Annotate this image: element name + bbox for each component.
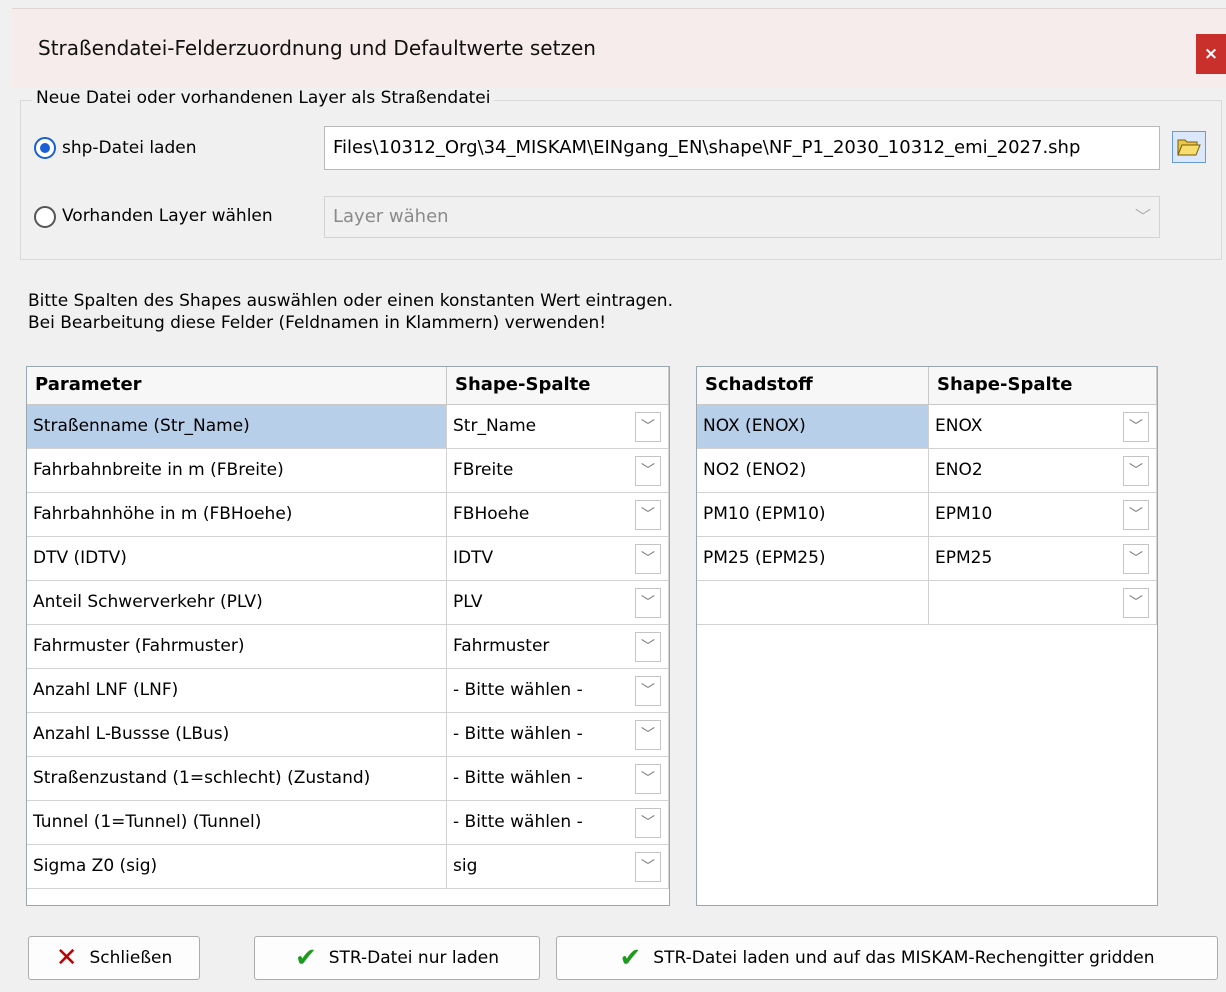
chevron-down-icon[interactable]: ﹀ (635, 764, 661, 794)
browse-button[interactable] (1172, 131, 1206, 163)
pollutant-name-cell[interactable]: NO2 (ENO2) (697, 449, 929, 493)
load-only-label: STR-Datei nur laden (328, 948, 500, 968)
pollutant-grid: Schadstoff Shape-Spalte NOX (ENOX) ENOX ﹀ N… (696, 366, 1158, 906)
pollutant-column-value: EPM10 (935, 504, 993, 524)
chevron-down-icon[interactable]: ﹀ (1123, 456, 1149, 486)
param-name-cell[interactable]: Fahrmuster (Fahrmuster) (27, 625, 447, 669)
param-name-cell[interactable]: Straßenzustand (1=schlecht) (Zustand) (27, 757, 447, 801)
instructions-text: Bitte Spalten des Shapes auswählen oder … (28, 290, 673, 334)
instructions-line-1: Bitte Spalten des Shapes auswählen oder … (28, 291, 673, 311)
chevron-down-icon[interactable]: ﹀ (1123, 588, 1149, 618)
source-group-label: Neue Datei oder vorhandenen Layer als St… (32, 88, 495, 108)
pollutant-name-cell[interactable]: PM25 (EPM25) (697, 537, 929, 581)
param-column-value: FBHoehe (453, 504, 530, 524)
param-header-parameter[interactable]: Parameter (27, 367, 447, 405)
title-bar: Straßendatei-Felderzuordnung und Default… (12, 8, 1226, 87)
instructions-line-2: Bei Bearbeitung diese Felder (Feldnamen … (28, 313, 607, 333)
param-column-value: sig (453, 856, 478, 876)
chevron-down-icon[interactable]: ﹀ (635, 676, 661, 706)
param-column-value: Str_Name (453, 416, 537, 436)
close-x-icon: ✕ (55, 943, 78, 973)
param-name-cell[interactable]: Anteil Schwerverkehr (PLV) (27, 581, 447, 625)
chevron-down-icon[interactable]: ﹀ (635, 720, 661, 750)
param-name-cell[interactable]: Tunnel (1=Tunnel) (Tunnel) (27, 801, 447, 845)
close-button[interactable]: ✕ Schließen (28, 936, 200, 980)
pollutant-column-value: ENO2 (935, 460, 983, 480)
chevron-down-icon[interactable]: ﹀ (635, 500, 661, 530)
window-title: Straßendatei-Felderzuordnung und Default… (38, 36, 596, 60)
pollutant-name-cell[interactable]: PM10 (EPM10) (697, 493, 929, 537)
layer-select-placeholder: Layer wähen (333, 206, 449, 227)
parameter-grid: Parameter Shape-Spalte Straßenname (Str_… (26, 366, 670, 906)
chevron-down-icon[interactable]: ﹀ (635, 588, 661, 618)
radio-existing-layer[interactable] (34, 206, 56, 228)
param-column-value: PLV (453, 592, 483, 612)
checkmark-icon: ✔ (619, 943, 642, 973)
pollutant-column-value: ENOX (935, 416, 983, 436)
param-column-value: FBreite (453, 460, 514, 480)
pollutant-name-cell[interactable] (697, 581, 929, 625)
param-column-value: Fahrmuster (453, 636, 550, 656)
folder-open-icon (1177, 139, 1201, 156)
layer-select[interactable]: Layer wähen ﹀ (324, 196, 1160, 238)
chevron-down-icon: ﹀ (1134, 207, 1151, 226)
param-column-value: IDTV (453, 548, 494, 568)
chevron-down-icon[interactable]: ﹀ (635, 808, 661, 838)
pollutant-name-cell[interactable]: NOX (ENOX) (697, 405, 929, 449)
chevron-down-icon[interactable]: ﹀ (1123, 544, 1149, 574)
param-name-cell[interactable]: DTV (IDTV) (27, 537, 447, 581)
param-name-cell[interactable]: Sigma Z0 (sig) (27, 845, 447, 889)
param-name-cell[interactable]: Fahrbahnbreite in m (FBreite) (27, 449, 447, 493)
pollutant-header-schadstoff[interactable]: Schadstoff (697, 367, 929, 405)
param-name-cell[interactable]: Anzahl LNF (LNF) (27, 669, 447, 713)
checkmark-icon: ✔ (294, 943, 317, 973)
param-column-value: - Bitte wählen - (453, 680, 583, 700)
radio-shp-file[interactable] (34, 137, 56, 159)
chevron-down-icon[interactable]: ﹀ (635, 632, 661, 662)
chevron-down-icon[interactable]: ﹀ (635, 456, 661, 486)
param-header-shape-column[interactable]: Shape-Spalte (447, 367, 669, 405)
param-name-cell[interactable]: Anzahl L-Bussse (LBus) (27, 713, 447, 757)
param-name-cell[interactable]: Straßenname (Str_Name) (27, 405, 447, 449)
radio-layer-label: Vorhanden Layer wählen (62, 206, 273, 226)
pollutant-header-shape-column[interactable]: Shape-Spalte (929, 367, 1157, 405)
radio-shp-label: shp-Datei laden (62, 138, 197, 158)
chevron-down-icon[interactable]: ﹀ (1123, 500, 1149, 530)
pollutant-column-value: EPM25 (935, 548, 993, 568)
chevron-down-icon[interactable]: ﹀ (635, 544, 661, 574)
shp-path-field[interactable]: Files\10312_Org\34_MISKAM\EINgang_EN\sha… (324, 126, 1160, 170)
chevron-down-icon[interactable]: ﹀ (635, 412, 661, 442)
param-name-cell[interactable]: Fahrbahnhöhe in m (FBHoehe) (27, 493, 447, 537)
load-only-button[interactable]: ✔ STR-Datei nur laden (254, 936, 540, 980)
load-and-grid-button[interactable]: ✔ STR-Datei laden und auf das MISKAM-Rec… (556, 936, 1218, 980)
load-and-grid-label: STR-Datei laden und auf das MISKAM-Reche… (653, 948, 1155, 968)
close-window-button[interactable]: × (1196, 34, 1226, 74)
chevron-down-icon[interactable]: ﹀ (635, 852, 661, 882)
close-button-label: Schließen (89, 948, 173, 968)
chevron-down-icon[interactable]: ﹀ (1123, 412, 1149, 442)
param-column-value: - Bitte wählen - (453, 724, 583, 744)
param-column-value: - Bitte wählen - (453, 812, 583, 832)
param-column-value: - Bitte wählen - (453, 768, 583, 788)
